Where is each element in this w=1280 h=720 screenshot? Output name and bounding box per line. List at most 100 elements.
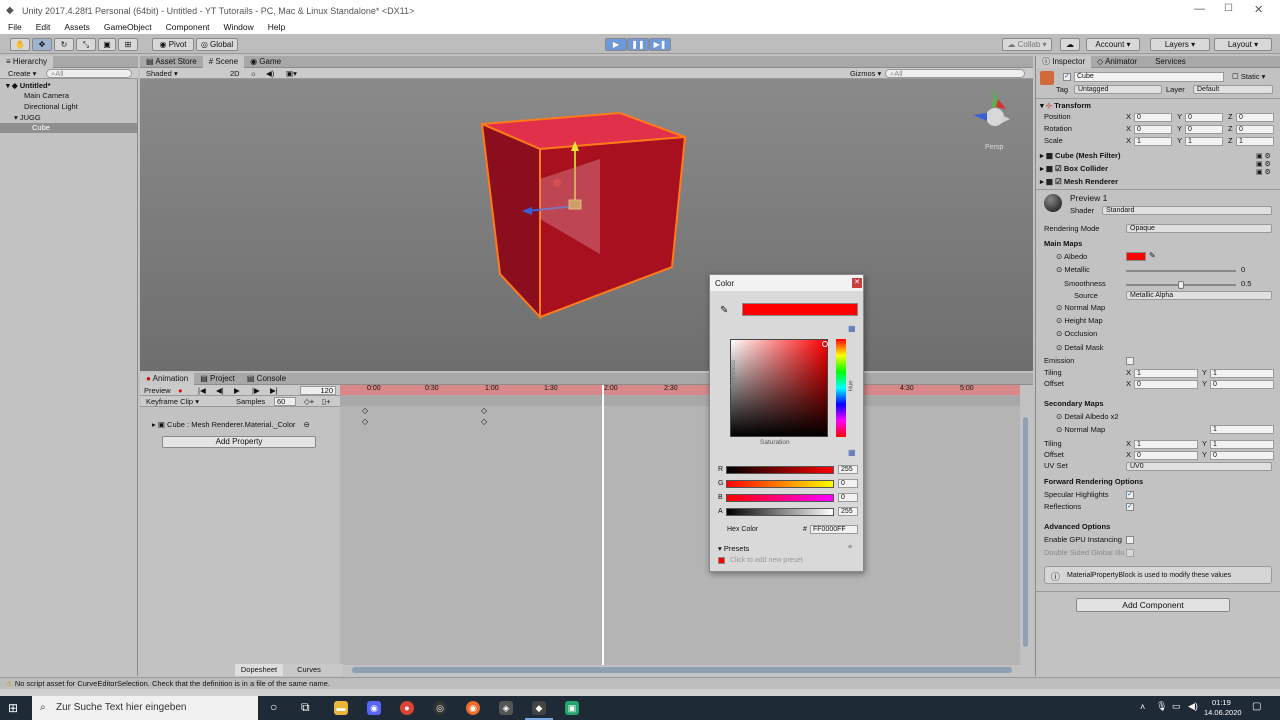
next-key-button[interactable]: |▶ bbox=[252, 385, 260, 396]
position-z-field[interactable]: 0 bbox=[1236, 113, 1274, 122]
rotation-y-field[interactable]: 0 bbox=[1185, 125, 1223, 134]
curves-tab[interactable]: Curves bbox=[289, 664, 329, 676]
metallic-value[interactable]: 0 bbox=[1241, 265, 1245, 275]
dopesheet-area[interactable] bbox=[340, 395, 1020, 665]
layout-dropdown[interactable]: Layout ▾ bbox=[1214, 38, 1272, 51]
eyedropper-icon[interactable]: ✎ bbox=[1149, 251, 1156, 260]
menu-window[interactable]: Window bbox=[224, 22, 254, 32]
clip-dropdown[interactable]: Keyframe Clip ▾ bbox=[146, 396, 199, 407]
discord-icon[interactable]: ◉ bbox=[367, 701, 381, 715]
albedo-label[interactable]: ⊙ Albedo bbox=[1056, 252, 1087, 262]
tiling-x-field[interactable]: 1 bbox=[1134, 369, 1198, 378]
timeline-scrollbar[interactable] bbox=[352, 667, 1012, 673]
tab-asset-store[interactable]: ▤ Asset Store bbox=[140, 56, 203, 68]
presets-menu-icon[interactable]: ≡ bbox=[848, 544, 852, 551]
offset-x-field[interactable]: 0 bbox=[1134, 380, 1198, 389]
persp-label[interactable]: Persp bbox=[985, 144, 1003, 151]
network-icon[interactable]: ▭ bbox=[1172, 701, 1181, 712]
keyframe-summary-1[interactable]: ◇ bbox=[362, 406, 368, 415]
gpu-instancing-checkbox[interactable] bbox=[1126, 536, 1134, 544]
first-key-button[interactable]: |◀ bbox=[198, 385, 206, 396]
scale-tool-icon[interactable]: ⤡ bbox=[76, 38, 96, 51]
shading-dropdown[interactable]: Shaded ▾ bbox=[144, 68, 224, 79]
add-keyframe-icon[interactable]: ◇+ bbox=[304, 396, 314, 407]
tiling-2-x-field[interactable]: 1 bbox=[1134, 440, 1198, 449]
scale-y-field[interactable]: 1 bbox=[1185, 137, 1223, 146]
scene-viewport[interactable]: Persp bbox=[140, 79, 1033, 371]
cortana-icon[interactable]: ○ bbox=[270, 700, 277, 714]
menu-component[interactable]: Component bbox=[166, 22, 210, 32]
hue-slider[interactable] bbox=[836, 339, 846, 437]
notifications-icon[interactable]: ▢ bbox=[1252, 701, 1261, 712]
windows-start-icon[interactable]: ⊞ bbox=[8, 701, 18, 715]
tray-chevron-icon[interactable]: ˄ bbox=[1140, 702, 1145, 712]
taskbar-search-input[interactable]: ⌕ Zur Suche Text hier eingeben bbox=[32, 696, 258, 720]
animated-property-row[interactable]: ▸ ▣ Cube : Mesh Renderer.Material._Color… bbox=[152, 420, 310, 430]
tab-animation[interactable]: ● Animation bbox=[140, 373, 195, 385]
emission-checkbox[interactable] bbox=[1126, 357, 1134, 365]
menu-edit[interactable]: Edit bbox=[36, 22, 51, 32]
mesh-renderer-header[interactable]: ▸ ▦ ☑ Mesh Renderer bbox=[1040, 177, 1118, 187]
tab-services[interactable]: Services bbox=[1149, 56, 1192, 68]
reflections-checkbox[interactable]: ✓ bbox=[1126, 503, 1134, 511]
add-property-button[interactable]: Add Property bbox=[162, 436, 316, 448]
origin-icon[interactable]: ◉ bbox=[466, 701, 480, 715]
scene-root-item[interactable]: ▾ ◆ Untitled* bbox=[6, 81, 51, 91]
add-event-icon[interactable]: ▯+ bbox=[322, 396, 331, 407]
menu-assets[interactable]: Assets bbox=[64, 22, 90, 32]
rotation-z-field[interactable]: 0 bbox=[1236, 125, 1274, 134]
r-channel-field[interactable]: 255 bbox=[838, 465, 858, 474]
frame-field[interactable]: 120 bbox=[300, 386, 336, 395]
tab-hierarchy[interactable]: ≡ Hierarchy bbox=[0, 56, 54, 68]
menu-help[interactable]: Help bbox=[268, 22, 285, 32]
file-explorer-icon[interactable]: ▬ bbox=[334, 701, 348, 715]
clock-time[interactable]: 01:19 bbox=[1212, 698, 1231, 707]
hierarchy-item-main-camera[interactable]: Main Camera bbox=[24, 91, 69, 101]
uv-set-dropdown[interactable]: UV0 bbox=[1126, 462, 1272, 471]
collab-button[interactable]: ☁ Collab ▾ bbox=[1002, 38, 1052, 51]
minimize-icon[interactable]: — bbox=[1194, 3, 1205, 15]
pause-button[interactable]: ❚❚ bbox=[627, 38, 649, 51]
box-collider-header[interactable]: ▸ ▦ ☑ Box Collider bbox=[1040, 164, 1108, 174]
normal-map-label[interactable]: ⊙ Normal Map bbox=[1056, 303, 1105, 313]
add-preset-hint[interactable]: Click to add new preset bbox=[730, 557, 803, 564]
metallic-label[interactable]: ⊙ Metallic bbox=[1056, 265, 1090, 275]
scale-z-field[interactable]: 1 bbox=[1236, 137, 1274, 146]
chrome-icon[interactable]: ● bbox=[400, 701, 414, 715]
prev-key-button[interactable]: ◀| bbox=[216, 385, 224, 396]
record-button[interactable]: ● bbox=[178, 385, 183, 396]
albedo-color-swatch[interactable] bbox=[1126, 252, 1146, 261]
pivot-button[interactable]: ◉ Pivot bbox=[152, 38, 194, 51]
transform-tool-icon[interactable]: ⊞ bbox=[118, 38, 138, 51]
keyframe-summary-2[interactable]: ◇ bbox=[481, 406, 487, 415]
hex-color-field[interactable]: FF0000FF bbox=[810, 525, 858, 534]
presets-header[interactable]: ▾ Presets bbox=[718, 544, 749, 553]
a-channel-field[interactable]: 255 bbox=[838, 507, 858, 516]
tag-dropdown[interactable]: Untagged bbox=[1074, 85, 1162, 94]
app-taskbar-icon[interactable]: ▣ bbox=[565, 701, 579, 715]
scene-search-input[interactable]: ⌕All bbox=[885, 69, 1025, 78]
object-name-field[interactable]: Cube bbox=[1074, 72, 1224, 82]
offset-2-y-field[interactable]: 0 bbox=[1210, 451, 1274, 460]
maximize-icon[interactable]: ☐ bbox=[1224, 3, 1233, 14]
keyframe-2[interactable]: ◇ bbox=[481, 417, 487, 426]
r-channel-slider[interactable] bbox=[726, 466, 834, 474]
g-channel-field[interactable]: 0 bbox=[838, 479, 858, 488]
tab-animator[interactable]: ◇ Animator bbox=[1091, 56, 1143, 68]
volume-icon[interactable]: ◀) bbox=[1188, 701, 1198, 712]
specular-checkbox[interactable]: ✓ bbox=[1126, 491, 1134, 499]
samples-field[interactable]: 60 bbox=[274, 397, 296, 406]
task-view-icon[interactable]: ⧉ bbox=[301, 700, 310, 715]
unity-taskbar-icon[interactable]: ◆ bbox=[532, 701, 546, 715]
slider-mode-icon[interactable]: ▦ bbox=[848, 448, 856, 457]
position-y-field[interactable]: 0 bbox=[1185, 113, 1223, 122]
metallic-slider[interactable] bbox=[1126, 270, 1236, 272]
tiling-y-field[interactable]: 1 bbox=[1210, 369, 1274, 378]
b-channel-slider[interactable] bbox=[726, 494, 834, 502]
layer-dropdown[interactable]: Default bbox=[1193, 85, 1273, 94]
clock-date[interactable]: 14.06.2020 bbox=[1204, 708, 1242, 717]
offset-2-x-field[interactable]: 0 bbox=[1134, 451, 1198, 460]
rendering-mode-dropdown[interactable]: Opaque bbox=[1126, 224, 1272, 233]
saturation-brightness-square[interactable] bbox=[730, 339, 828, 437]
color-mode-icon[interactable]: ▦ bbox=[848, 324, 856, 333]
